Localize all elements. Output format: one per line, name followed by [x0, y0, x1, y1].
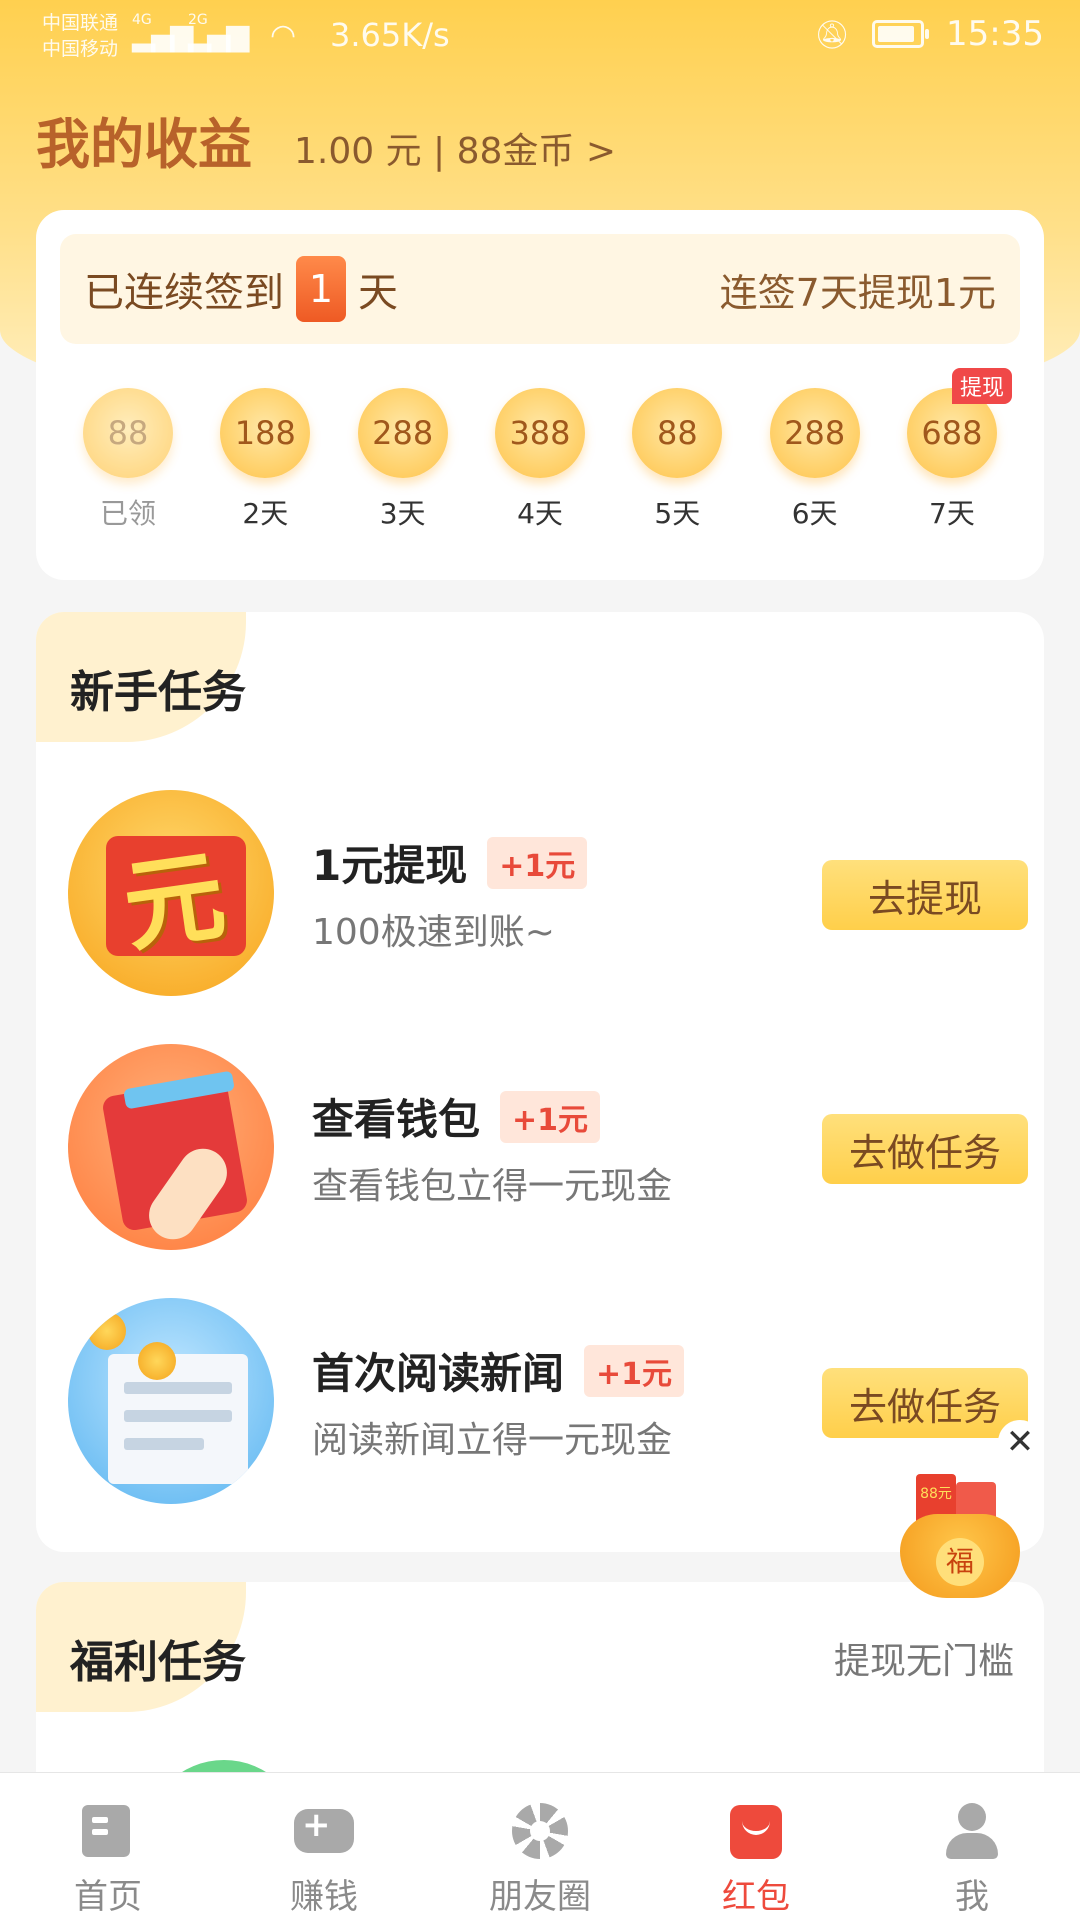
section-title: 福利任务: [70, 1637, 246, 1688]
yuan-envelope-icon: 元: [68, 790, 274, 996]
newspaper-icon: [68, 1298, 274, 1504]
carrier-names: 中国联通 中国移动: [42, 10, 118, 62]
checkin-day[interactable]: 提现 688 7天: [902, 368, 1012, 532]
task-title: 1元提现: [312, 841, 468, 890]
task-text: 1元提现 +1元 100极速到账~: [312, 832, 588, 955]
gamepad-icon: [294, 1801, 354, 1859]
close-icon[interactable]: ✕: [998, 1420, 1042, 1464]
section-title: 新手任务: [70, 667, 246, 718]
coin-reward: 88: [632, 388, 723, 478]
welfare-hint: 提现无门槛: [833, 1641, 1014, 1682]
home-icon: [78, 1801, 138, 1859]
checkin-days-row: 88 已领 188 2天 288 3天 388 4天 88 5天 288 6天 …: [78, 368, 1012, 532]
task-item: 首次阅读新闻 +1元 阅读新闻立得一元现金 去做任务: [68, 1298, 1028, 1508]
earnings-summary-link[interactable]: 1.00 元 | 88金币 >: [294, 122, 616, 174]
checkin-day[interactable]: 288 3天: [353, 388, 453, 532]
carrier-1: 中国联通: [42, 12, 119, 34]
nav-item-earn[interactable]: 赚钱: [216, 1773, 432, 1920]
coin-reward: 288: [769, 388, 860, 478]
network-speed: 3.65K/s: [330, 16, 450, 54]
newbie-tasks-card: 新手任务 元 1元提现 +1元 100极速到账~ 去提现 查看钱包 +1元 查看…: [36, 612, 1044, 1552]
do-task-button[interactable]: 去做任务: [822, 1114, 1028, 1184]
task-item: 查看钱包 +1元 查看钱包立得一元现金 去做任务: [68, 1044, 1028, 1254]
clock: 15:35: [946, 14, 1044, 54]
day-label: 3天: [379, 497, 426, 530]
lucky-pot-widget[interactable]: 88元 福: [886, 1474, 1034, 1602]
task-description: 100极速到账~: [312, 912, 555, 953]
checkin-day[interactable]: 88 5天: [627, 388, 727, 532]
carrier-2: 中国移动: [42, 38, 119, 60]
status-right: 🔕︎ 15:35: [814, 14, 1044, 54]
mute-icon: 🔕︎: [814, 17, 851, 51]
wallet-icon: [68, 1044, 274, 1250]
nav-label: 红包: [722, 1877, 790, 1917]
status-bar: 中国联通 中国移动 4G ▂▄▆ 2G ▂▄▆ ◠ 3.65K/s 🔕︎ 15:…: [0, 0, 1080, 76]
nav-label: 首页: [74, 1877, 142, 1917]
reward-badge: +1元: [500, 1090, 601, 1143]
reward-badge: +1元: [487, 836, 588, 889]
checkin-card: 已连续签到 1 天 连签7天提现1元 88 已领 188 2天 288 3天 3…: [36, 210, 1044, 580]
checkin-goal: 连签7天提现1元: [719, 270, 996, 315]
task-item: 元 1元提现 +1元 100极速到账~ 去提现: [68, 790, 1028, 1000]
profile-icon: [942, 1801, 1002, 1859]
task-title: 查看钱包: [312, 1095, 481, 1144]
checkin-day[interactable]: 388 4天: [490, 388, 590, 532]
coin-reward: 288: [357, 388, 448, 478]
page-title: 我的收益: [36, 113, 252, 176]
nav-label: 朋友圈: [489, 1877, 591, 1917]
moments-icon: [510, 1801, 570, 1859]
red-packet-icon: [726, 1801, 786, 1859]
task-title: 首次阅读新闻: [312, 1349, 565, 1398]
day-label: 2天: [242, 497, 289, 530]
task-text: 查看钱包 +1元 查看钱包立得一元现金: [312, 1086, 672, 1209]
checkin-day[interactable]: 288 6天: [765, 388, 865, 532]
do-task-button[interactable]: 去做任务: [822, 1368, 1028, 1438]
streak-suffix: 天: [358, 270, 398, 316]
earnings-header: 我的收益 1.00 元 | 88金币 >: [36, 100, 616, 179]
streak-prefix: 已连续签到: [84, 270, 284, 316]
wifi-icon: ◠: [270, 18, 297, 53]
task-text: 首次阅读新闻 +1元 阅读新闻立得一元现金: [312, 1340, 685, 1463]
signal-icon: ▂▄▆: [188, 18, 249, 53]
nav-label: 我: [955, 1877, 989, 1917]
coin-reward: 388: [494, 388, 585, 478]
day-label: 6天: [791, 497, 838, 530]
nav-item-me[interactable]: 我: [864, 1773, 1080, 1920]
task-description: 阅读新闻立得一元现金: [312, 1420, 673, 1461]
reward-badge: +1元: [584, 1344, 685, 1397]
nav-item-red-packet[interactable]: 红包: [648, 1773, 864, 1920]
day-label: 5天: [654, 497, 701, 530]
withdraw-tag: 提现: [951, 368, 1012, 404]
coin-reward: 188: [220, 388, 311, 478]
battery-icon: [872, 20, 930, 48]
day-label: 7天: [929, 497, 975, 530]
day-label: 4天: [517, 497, 563, 530]
nav-label: 赚钱: [290, 1877, 358, 1917]
nav-item-moments[interactable]: 朋友圈: [432, 1773, 648, 1920]
nav-item-home[interactable]: 首页: [0, 1773, 216, 1920]
checkin-streak: 已连续签到 1 天: [84, 256, 398, 322]
checkin-banner: 已连续签到 1 天 连签7天提现1元: [60, 234, 1020, 344]
signal-icon: ▂▄▆: [132, 18, 193, 53]
bottom-nav: 首页 赚钱 朋友圈 红包 我: [0, 1772, 1080, 1920]
checkin-day[interactable]: 188 2天: [215, 388, 315, 532]
streak-count: 1: [296, 256, 346, 322]
checkin-day[interactable]: 88 已领: [78, 388, 178, 532]
coin-reward: 88: [83, 388, 173, 478]
task-description: 查看钱包立得一元现金: [312, 1166, 673, 1207]
fu-char: 福: [936, 1538, 984, 1586]
withdraw-button[interactable]: 去提现: [822, 860, 1028, 930]
day-label: 已领: [99, 497, 156, 530]
